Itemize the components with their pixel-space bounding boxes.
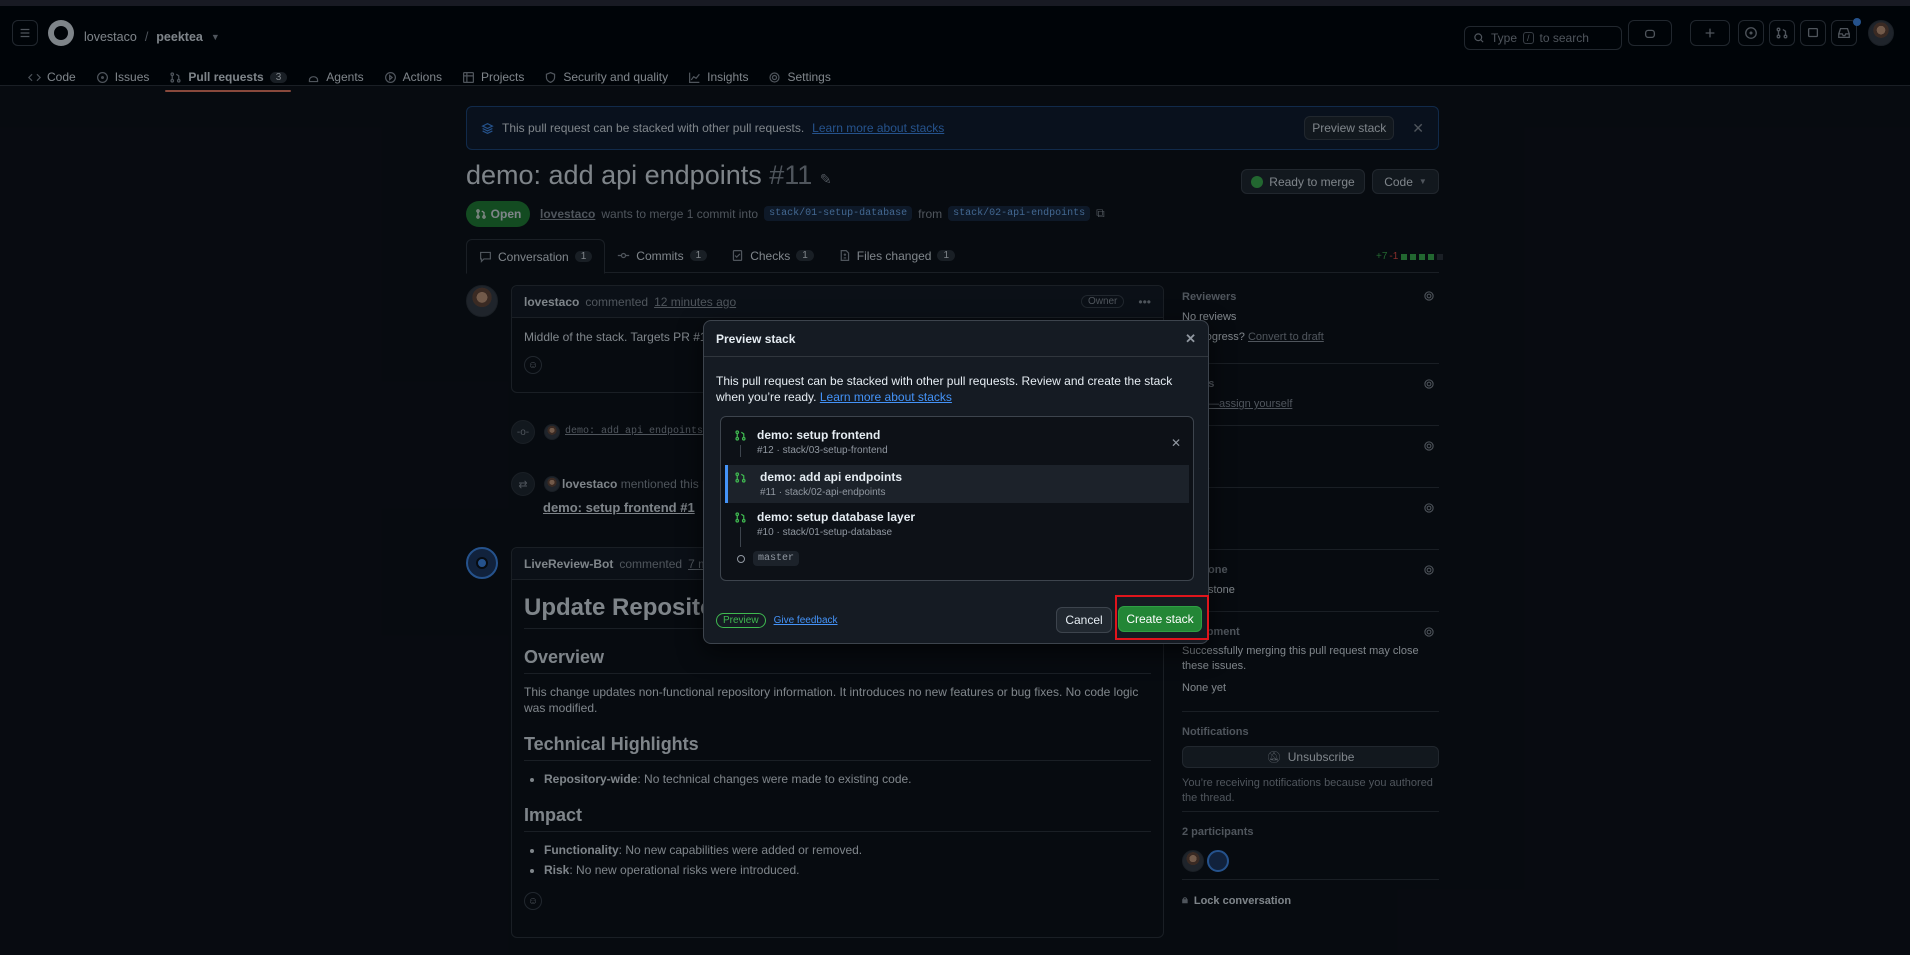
base-branch-dot — [737, 555, 745, 563]
pull-request-icon — [735, 472, 746, 483]
dialog-learn-more-link[interactable]: Learn more about stacks — [820, 390, 952, 404]
stack-item-title: demo: setup database layer — [757, 510, 916, 524]
cancel-button[interactable]: Cancel — [1056, 607, 1112, 633]
highlight-box — [1115, 595, 1209, 640]
dialog-header: Preview stack ✕ — [704, 321, 1208, 357]
dialog-title: Preview stack — [716, 331, 796, 346]
stack-item-title: demo: setup frontend — [757, 428, 881, 442]
stack-item[interactable]: demo: setup frontend #12 · stack/03-setu… — [725, 423, 1189, 461]
dialog-description: This pull request can be stacked with ot… — [716, 373, 1200, 405]
dialog-footer-left: Preview Give feedback — [716, 613, 838, 628]
stack-item-title: demo: add api endpoints — [760, 470, 903, 484]
close-icon[interactable]: ✕ — [1185, 331, 1196, 347]
stack-list: ✕ demo: setup frontend #12 · stack/03-se… — [720, 416, 1194, 581]
base-branch-label: master — [753, 551, 800, 566]
pull-request-icon — [735, 512, 746, 523]
stack-connector — [740, 445, 741, 457]
pull-request-icon — [735, 430, 746, 441]
preview-badge: Preview — [716, 613, 766, 628]
stack-item-current[interactable]: demo: add api endpoints #11 · stack/02-a… — [725, 465, 1189, 503]
stack-item-sub: #10 · stack/01-setup-database — [757, 527, 893, 538]
give-feedback-link[interactable]: Give feedback — [774, 615, 838, 626]
stack-item[interactable]: demo: setup database layer #10 · stack/0… — [725, 505, 1189, 543]
stack-connector — [740, 527, 741, 547]
stack-item-sub: #12 · stack/03-setup-frontend — [757, 445, 888, 456]
stack-item-sub: #11 · stack/02-api-endpoints — [760, 487, 886, 498]
